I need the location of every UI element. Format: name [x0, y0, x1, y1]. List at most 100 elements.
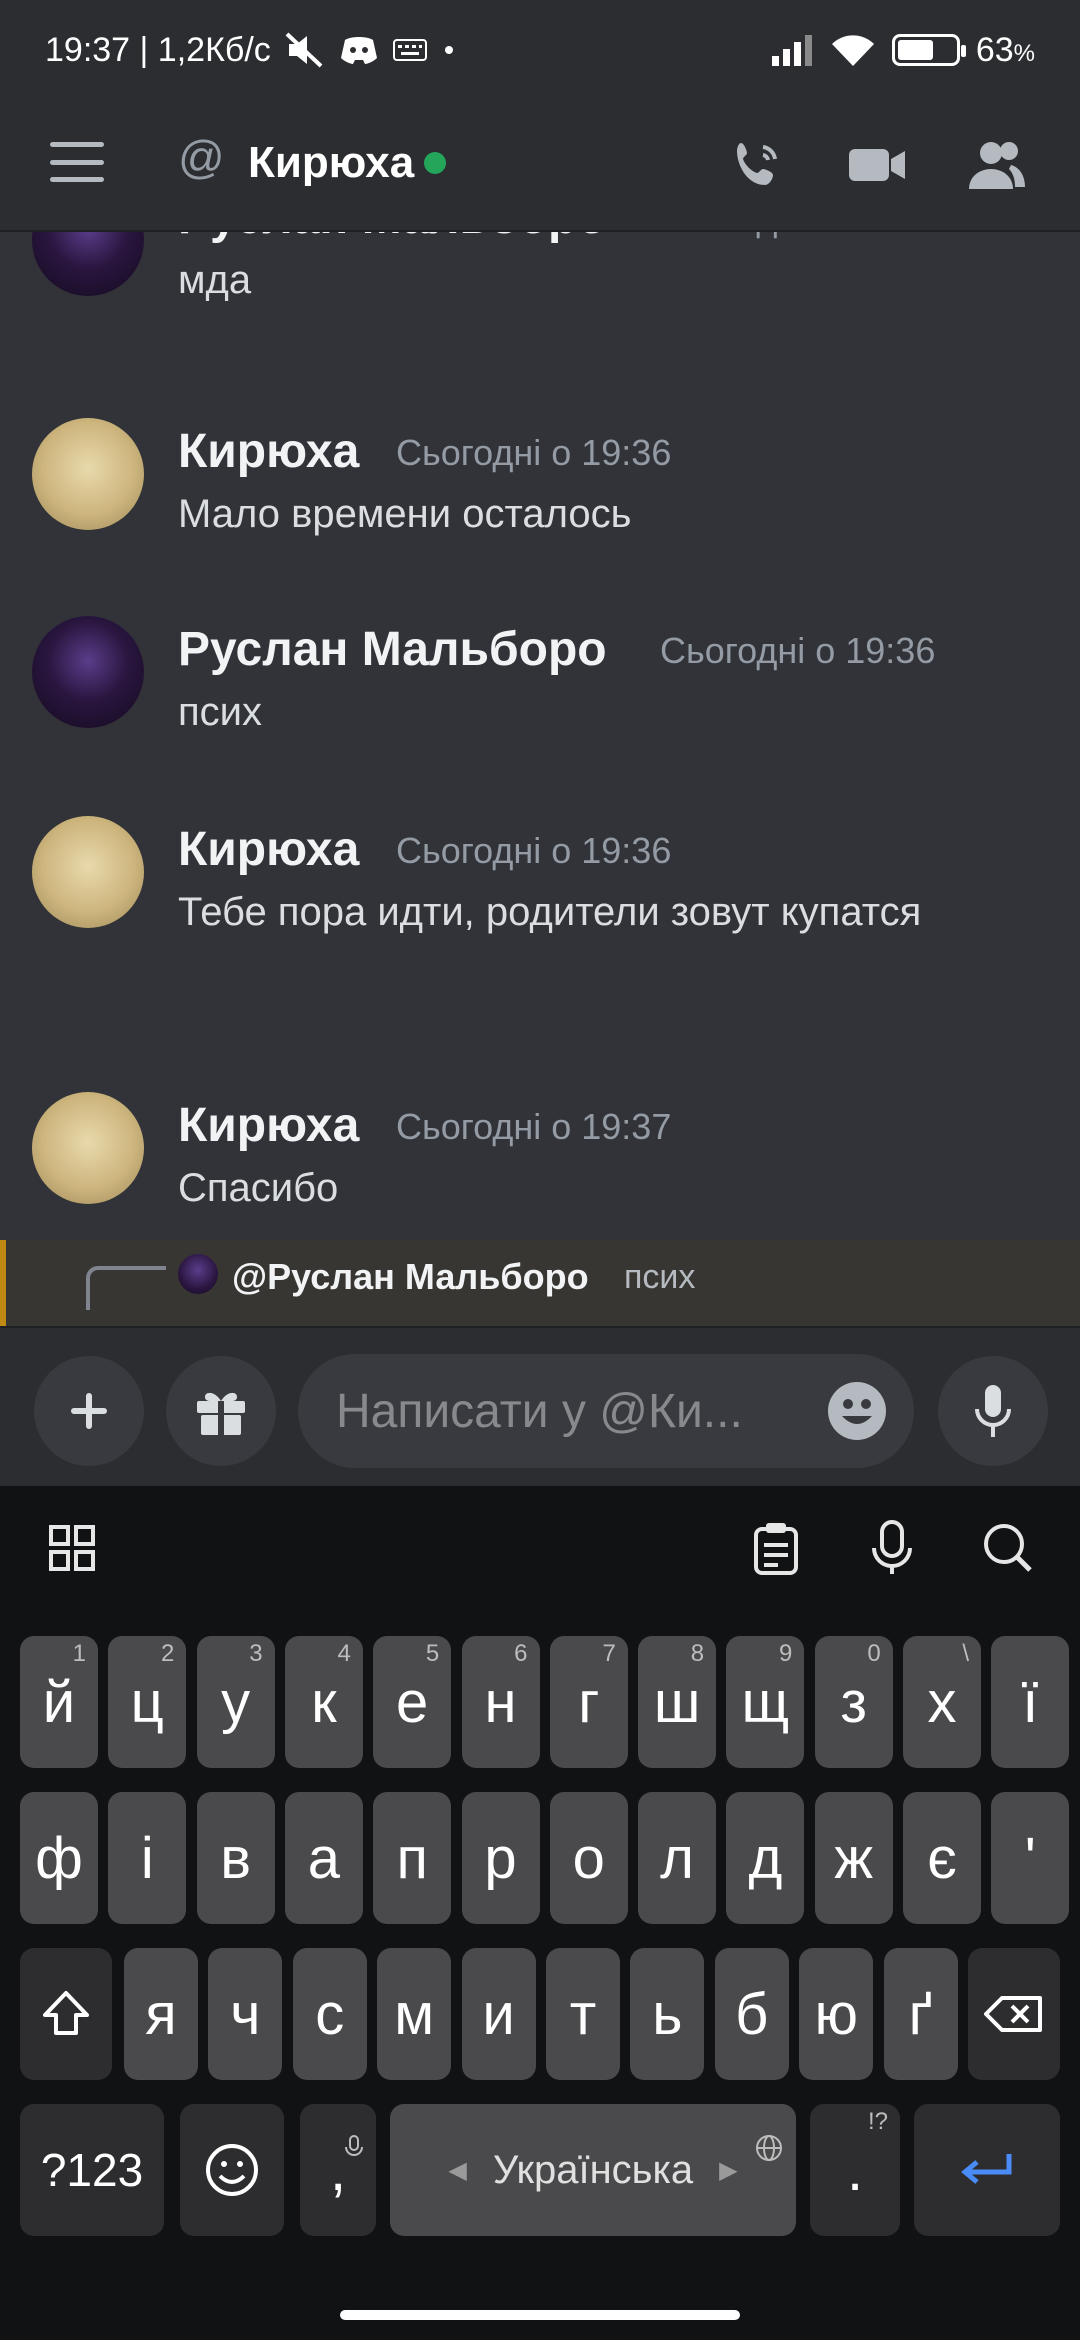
key-р[interactable]: р	[461, 1792, 540, 1924]
voice-call-icon[interactable]	[722, 130, 792, 200]
members-icon[interactable]	[962, 130, 1032, 200]
key-к[interactable]: к4	[284, 1636, 363, 1768]
message-timestamp: Сьогодні о 19:37	[396, 1106, 672, 1147]
battery-percent: 63	[975, 30, 1014, 69]
key-label: ь	[652, 1981, 683, 2047]
online-status-dot	[424, 152, 446, 174]
key-в[interactable]: в	[196, 1792, 275, 1924]
search-icon[interactable]	[976, 1516, 1040, 1580]
key-щ[interactable]: щ9	[726, 1636, 805, 1768]
key-label: т	[569, 1981, 597, 2047]
soft-keyboard: й 1 ц 2 у 3 к 4 е 5 н 6 г 7 ш 8 щ 9 з 0 х \ ї ф і в а п р о л д ж є ' я ч с м и…	[0, 1486, 1080, 2340]
key-ь[interactable]: ь	[630, 1948, 705, 2080]
add-attachment-button[interactable]	[34, 1356, 144, 1466]
channel-title[interactable]: Кирюха	[248, 138, 414, 188]
key-hint: 0	[867, 1640, 881, 1667]
avatar[interactable]	[32, 232, 144, 296]
key-ф[interactable]: ф	[20, 1792, 98, 1924]
key-д[interactable]: д	[726, 1792, 805, 1924]
key-label: е	[396, 1669, 429, 1735]
clipboard-icon[interactable]	[744, 1516, 808, 1580]
key-з[interactable]: з0	[814, 1636, 893, 1768]
message-author[interactable]: Кирюха	[178, 1098, 359, 1153]
key-г[interactable]: г7	[549, 1636, 628, 1768]
key-ч[interactable]: ч	[208, 1948, 283, 2080]
key-е[interactable]: е5	[373, 1636, 452, 1768]
key-с[interactable]: с	[292, 1948, 367, 2080]
key-а[interactable]: а	[284, 1792, 363, 1924]
message-input[interactable]	[336, 1383, 806, 1439]
key-м[interactable]: м	[377, 1948, 452, 2080]
key-ц[interactable]: ц2	[108, 1636, 187, 1768]
avatar[interactable]	[32, 1092, 144, 1204]
key-й[interactable]: й1	[20, 1636, 98, 1768]
enter-key[interactable]	[914, 2104, 1060, 2236]
plus-icon	[71, 1393, 107, 1429]
message-input-box[interactable]	[298, 1354, 914, 1468]
wifi-icon	[830, 32, 876, 68]
key-і[interactable]: і	[108, 1792, 187, 1924]
key-т[interactable]: т	[546, 1948, 620, 2080]
reply-mention[interactable]: @Руслан Мальборо	[232, 1256, 589, 1298]
voice-message-button[interactable]	[938, 1356, 1048, 1466]
shift-key[interactable]	[20, 1948, 112, 2080]
gift-button[interactable]	[166, 1356, 276, 1466]
message-list: Руслан Мальборо Сьогодні о 19:36 мда Кир…	[0, 232, 1080, 1328]
key-у[interactable]: у3	[196, 1636, 275, 1768]
avatar[interactable]	[32, 616, 144, 728]
key-'[interactable]: '	[991, 1792, 1070, 1924]
voice-input-icon[interactable]	[860, 1516, 924, 1580]
message-author[interactable]: Руслан Мальборо	[178, 232, 607, 245]
hamburger-menu-icon[interactable]	[50, 142, 104, 182]
key-х[interactable]: х \	[903, 1636, 981, 1768]
key-ї[interactable]: ї	[991, 1636, 1070, 1768]
key-є[interactable]: є	[903, 1792, 981, 1924]
key-label: щ	[741, 1669, 790, 1735]
message-text: Тебе пора идти, родители зовут купатся	[178, 890, 922, 934]
key-hint: 6	[514, 1640, 528, 1667]
key-label: у	[221, 1669, 251, 1735]
key-label: '	[1024, 1825, 1036, 1891]
space-key[interactable]: ◀ Українська ▶	[390, 2104, 796, 2236]
backspace-key[interactable]	[968, 1948, 1060, 2080]
home-indicator[interactable]	[340, 2310, 740, 2320]
period-key[interactable]: . !?	[810, 2104, 900, 2236]
backspace-icon	[984, 1996, 1042, 2032]
key-ш[interactable]: ш8	[638, 1636, 717, 1768]
key-label: с	[315, 1981, 345, 2047]
key-б[interactable]: б	[714, 1948, 789, 2080]
key-label: х	[927, 1669, 957, 1735]
key-о[interactable]: о	[549, 1792, 628, 1924]
mute-icon	[285, 32, 325, 68]
message-author[interactable]: Кирюха	[178, 822, 359, 877]
key-label: є	[927, 1825, 957, 1891]
key-ю[interactable]: ю	[799, 1948, 874, 2080]
reply-preview-text[interactable]: псих	[624, 1258, 695, 1297]
comma-key[interactable]: ,	[300, 2104, 376, 2236]
message-text: псих	[178, 690, 263, 734]
apps-grid-icon[interactable]	[40, 1516, 104, 1580]
key-label: к	[311, 1669, 337, 1735]
key-л[interactable]: л	[638, 1792, 717, 1924]
mic-hint-icon	[344, 2108, 364, 2175]
key-я[interactable]: я	[124, 1948, 198, 2080]
video-call-icon[interactable]	[842, 130, 912, 200]
emoji-icon[interactable]	[828, 1382, 886, 1440]
key-ґ[interactable]: ґ	[883, 1948, 958, 2080]
battery-percent-sign: %	[1013, 39, 1035, 67]
key-hint: 3	[249, 1640, 263, 1667]
symbols-key[interactable]: ?123	[20, 2104, 164, 2236]
key-label: я	[145, 1981, 177, 2047]
key-н[interactable]: н6	[461, 1636, 540, 1768]
message-text: Мало времени осталось	[178, 492, 632, 536]
key-п[interactable]: п	[373, 1792, 452, 1924]
key-label: і	[140, 1825, 154, 1891]
key-ж[interactable]: ж	[814, 1792, 893, 1924]
message-author[interactable]: Руслан Мальборо	[178, 622, 607, 677]
message-author[interactable]: Кирюха	[178, 424, 359, 479]
emoji-key[interactable]	[180, 2104, 284, 2236]
avatar[interactable]	[32, 418, 144, 530]
key-hint: 8	[690, 1640, 705, 1667]
avatar[interactable]	[32, 816, 144, 928]
key-и[interactable]: и	[461, 1948, 536, 2080]
